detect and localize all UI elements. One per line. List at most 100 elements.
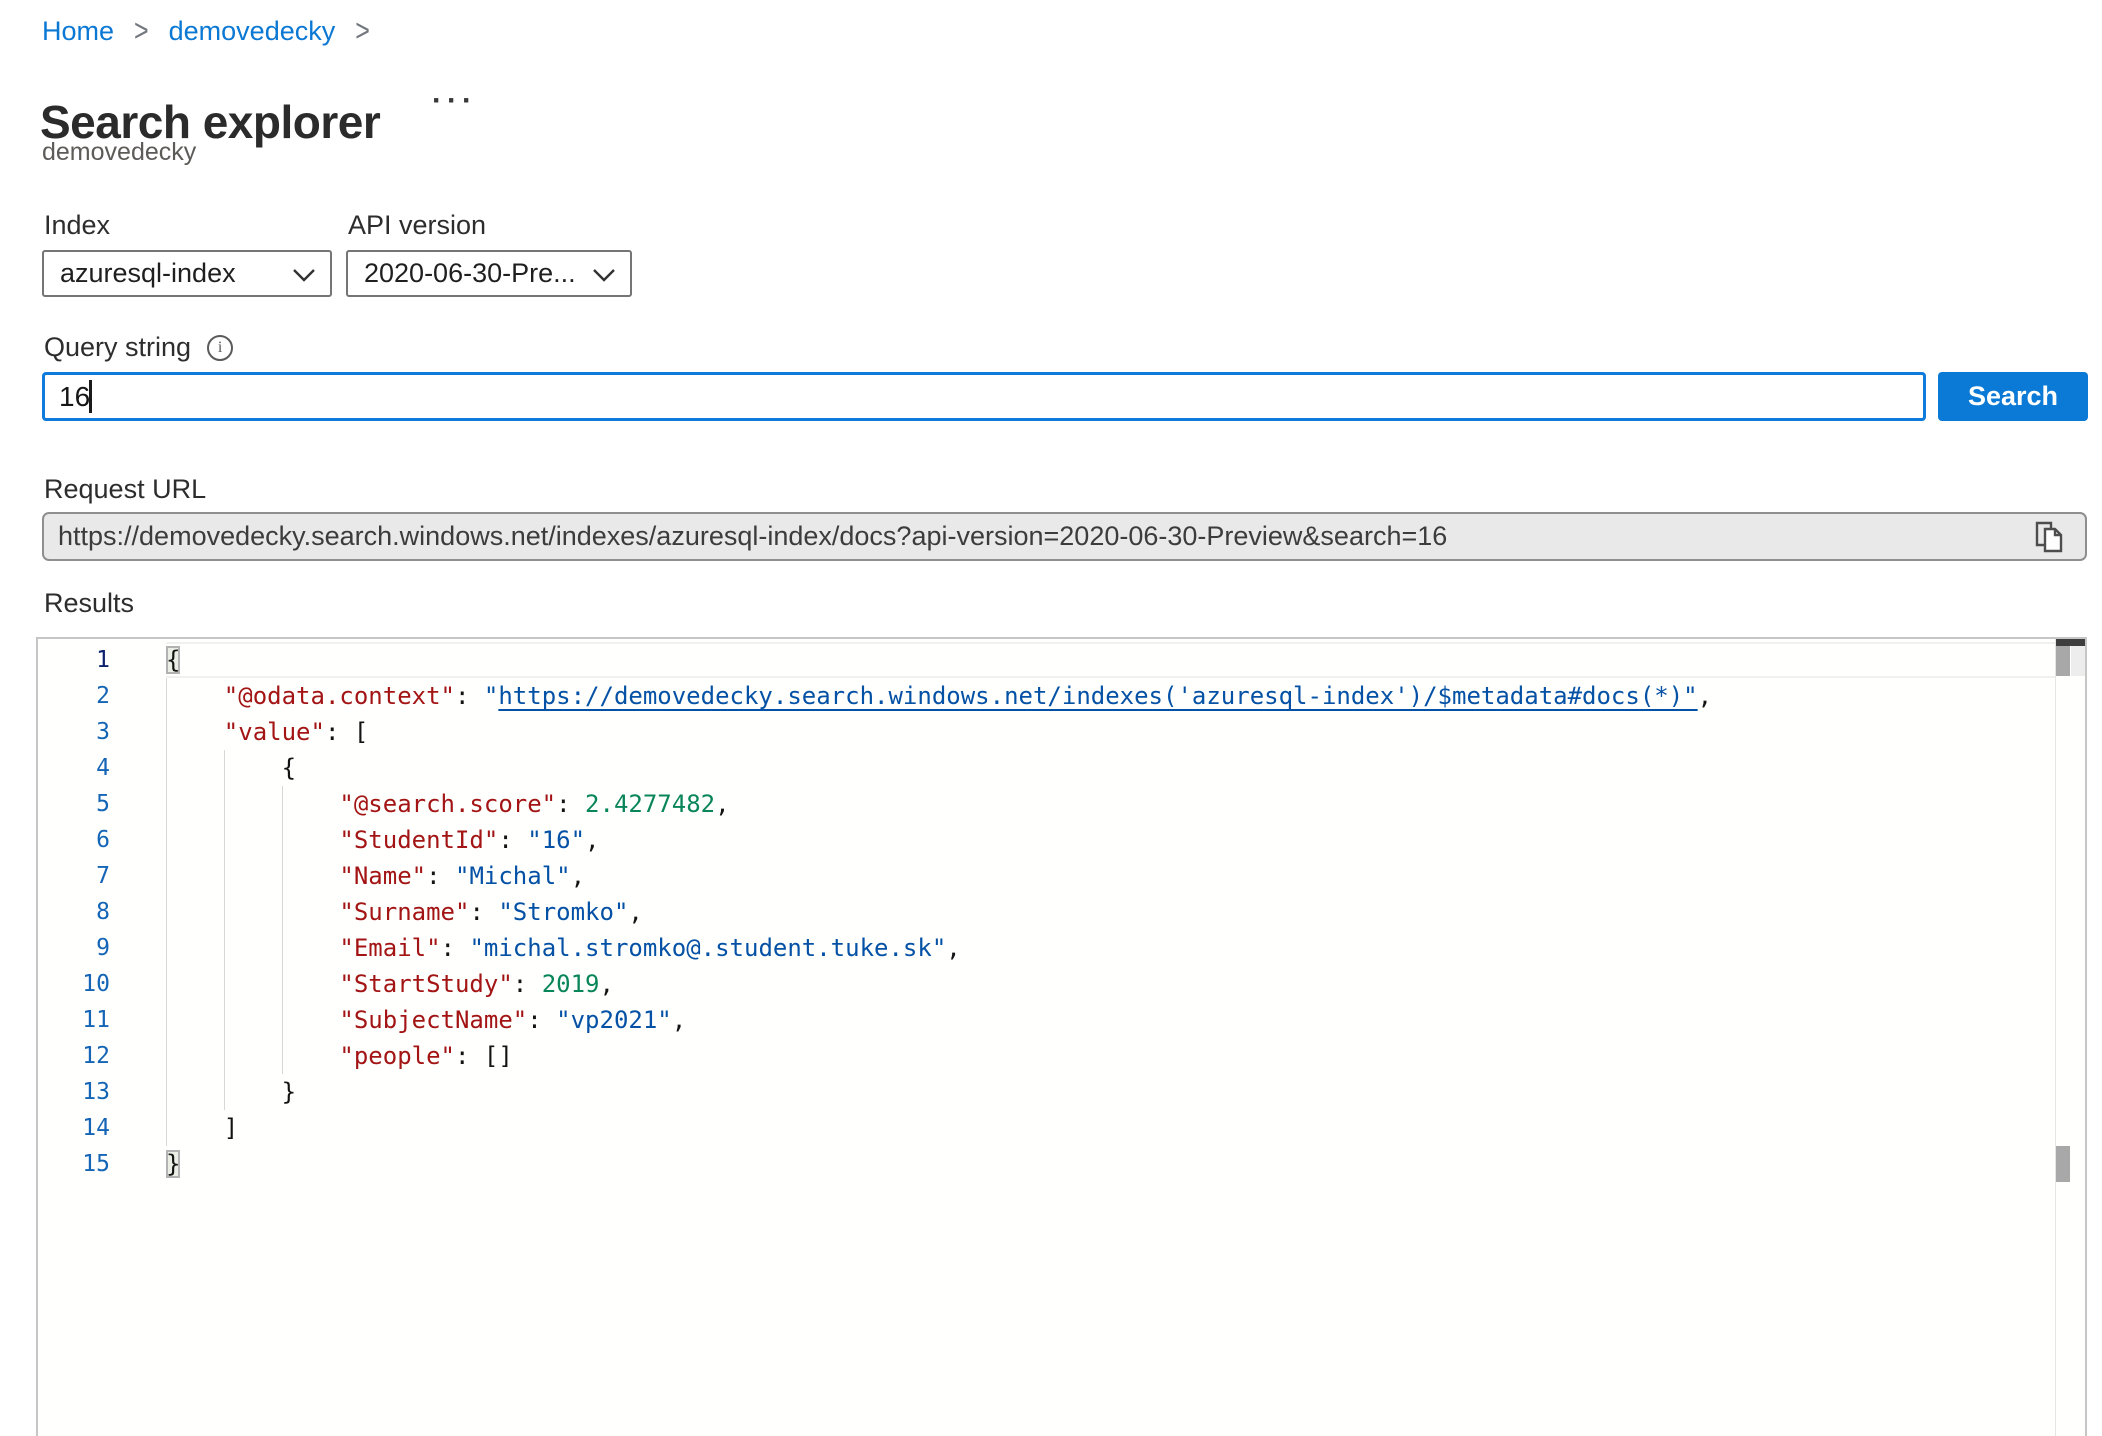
breadcrumb: Home > demovedecky > bbox=[42, 16, 370, 47]
code-line-content: "people": [] bbox=[166, 1038, 2055, 1074]
code-line: 15} bbox=[38, 1146, 2085, 1182]
code-line-content: "StartStudy": 2019, bbox=[166, 966, 2055, 1002]
request-url-field[interactable]: https://demovedecky.search.windows.net/i… bbox=[42, 512, 2087, 561]
results-label: Results bbox=[44, 588, 134, 619]
code-line-content: "Surname": "Stromko", bbox=[166, 894, 2055, 930]
indent-guide bbox=[224, 894, 282, 930]
line-number: 12 bbox=[38, 1038, 110, 1074]
request-url-value: https://demovedecky.search.windows.net/i… bbox=[58, 521, 2025, 552]
info-icon[interactable]: i bbox=[207, 335, 233, 361]
code-line: 9 "Email": "michal.stromko@.student.tuke.… bbox=[38, 930, 2085, 966]
index-select[interactable]: azuresql-index bbox=[42, 250, 332, 297]
code-line-content: } bbox=[166, 1146, 2055, 1182]
indent-guide bbox=[166, 858, 224, 894]
breadcrumb-service-link[interactable]: demovedecky bbox=[169, 16, 336, 47]
code-line-content: ] bbox=[166, 1110, 2055, 1146]
indent-guide bbox=[166, 1110, 224, 1146]
results-json-editor[interactable]: 1{2"@odata.context": "https://demovedeck… bbox=[36, 637, 2087, 1436]
code-line-content: "@odata.context": "https://demovedecky.s… bbox=[166, 678, 2055, 714]
indent-guide bbox=[224, 930, 282, 966]
indent-guide bbox=[166, 894, 224, 930]
indent-guide bbox=[166, 678, 224, 714]
indent-guide bbox=[282, 822, 340, 858]
scrollbar-thumb-lower[interactable] bbox=[2056, 1146, 2070, 1182]
line-number: 8 bbox=[38, 894, 110, 930]
indent-guide bbox=[224, 750, 282, 786]
breadcrumb-home-link[interactable]: Home bbox=[42, 16, 114, 47]
indent-guide bbox=[224, 858, 282, 894]
editor-scrollbar-thumb[interactable] bbox=[2056, 646, 2070, 676]
code-line: 12 "people": [] bbox=[38, 1038, 2085, 1074]
indent-guide bbox=[282, 858, 340, 894]
search-button[interactable]: Search bbox=[1938, 372, 2088, 421]
line-number: 14 bbox=[38, 1110, 110, 1146]
line-number: 9 bbox=[38, 930, 110, 966]
index-select-value: azuresql-index bbox=[60, 258, 282, 289]
query-input[interactable] bbox=[42, 372, 1926, 421]
indent-guide bbox=[224, 822, 282, 858]
line-number: 15 bbox=[38, 1146, 110, 1182]
indent-guide bbox=[224, 1002, 282, 1038]
indent-guide bbox=[166, 1038, 224, 1074]
indent-guide bbox=[166, 822, 224, 858]
code-line-content: { bbox=[166, 750, 2055, 786]
request-url-label: Request URL bbox=[44, 474, 206, 505]
line-number: 10 bbox=[38, 966, 110, 1002]
line-number: 4 bbox=[38, 750, 110, 786]
text-cursor bbox=[89, 380, 92, 413]
indent-guide bbox=[282, 786, 340, 822]
code-line-content: } bbox=[166, 1074, 2055, 1110]
code-line: 3 "value": [ bbox=[38, 714, 2085, 750]
line-number: 1 bbox=[38, 642, 110, 678]
code-line: 14] bbox=[38, 1110, 2085, 1146]
line-number: 11 bbox=[38, 1002, 110, 1038]
indent-guide bbox=[166, 750, 224, 786]
code-line-content: "@search.score": 2.4277482, bbox=[166, 786, 2055, 822]
code-line: 2 "@odata.context": "https://demovedecky.… bbox=[38, 678, 2085, 714]
code-area: 1{2"@odata.context": "https://demovedeck… bbox=[38, 639, 2085, 1182]
chevron-down-icon bbox=[292, 258, 316, 289]
indent-guide bbox=[282, 966, 340, 1002]
api-version-select[interactable]: 2020-06-30-Pre... bbox=[346, 250, 632, 297]
query-string-label-row: Query string i bbox=[44, 332, 233, 363]
indent-guide bbox=[166, 1074, 224, 1110]
indent-guide bbox=[166, 966, 224, 1002]
more-options-button[interactable]: ··· bbox=[428, 80, 481, 122]
indent-guide bbox=[224, 1074, 282, 1110]
editor-scrollbar-track bbox=[2055, 639, 2085, 1436]
query-string-label: Query string bbox=[44, 332, 191, 363]
code-line: 5 "@search.score": 2.4277482, bbox=[38, 786, 2085, 822]
code-line: 1{ bbox=[38, 642, 2085, 678]
indent-guide bbox=[282, 1002, 340, 1038]
page-subtitle: demovedecky bbox=[42, 138, 196, 167]
index-label: Index bbox=[44, 210, 110, 241]
chevron-down-icon bbox=[592, 258, 616, 289]
code-line: 10 "StartStudy": 2019, bbox=[38, 966, 2085, 1002]
code-line-content: "Email": "michal.stromko@.student.tuke.s… bbox=[166, 930, 2055, 966]
copy-button[interactable] bbox=[2033, 517, 2071, 557]
code-line: 8 "Surname": "Stromko", bbox=[38, 894, 2085, 930]
code-line: 4{ bbox=[38, 750, 2085, 786]
line-number: 13 bbox=[38, 1074, 110, 1110]
line-number: 6 bbox=[38, 822, 110, 858]
indent-guide bbox=[166, 930, 224, 966]
line-number: 2 bbox=[38, 678, 110, 714]
indent-guide bbox=[224, 966, 282, 1002]
code-line-content: "StudentId": "16", bbox=[166, 822, 2055, 858]
code-line: 13} bbox=[38, 1074, 2085, 1110]
line-number: 5 bbox=[38, 786, 110, 822]
indent-guide bbox=[166, 1002, 224, 1038]
code-line: 11"SubjectName": "vp2021", bbox=[38, 1002, 2085, 1038]
api-version-select-value: 2020-06-30-Pre... bbox=[364, 258, 582, 289]
indent-guide bbox=[224, 786, 282, 822]
indent-guide bbox=[224, 1038, 282, 1074]
indent-guide bbox=[166, 786, 224, 822]
indent-guide bbox=[166, 714, 224, 750]
code-line-content: "value": [ bbox=[166, 714, 2055, 750]
breadcrumb-separator-icon: > bbox=[134, 13, 149, 49]
line-number: 3 bbox=[38, 714, 110, 750]
code-line-content: "Name": "Michal", bbox=[166, 858, 2055, 894]
code-line: 7"Name": "Michal", bbox=[38, 858, 2085, 894]
query-input-wrap bbox=[42, 372, 1926, 421]
indent-guide bbox=[282, 1038, 340, 1074]
